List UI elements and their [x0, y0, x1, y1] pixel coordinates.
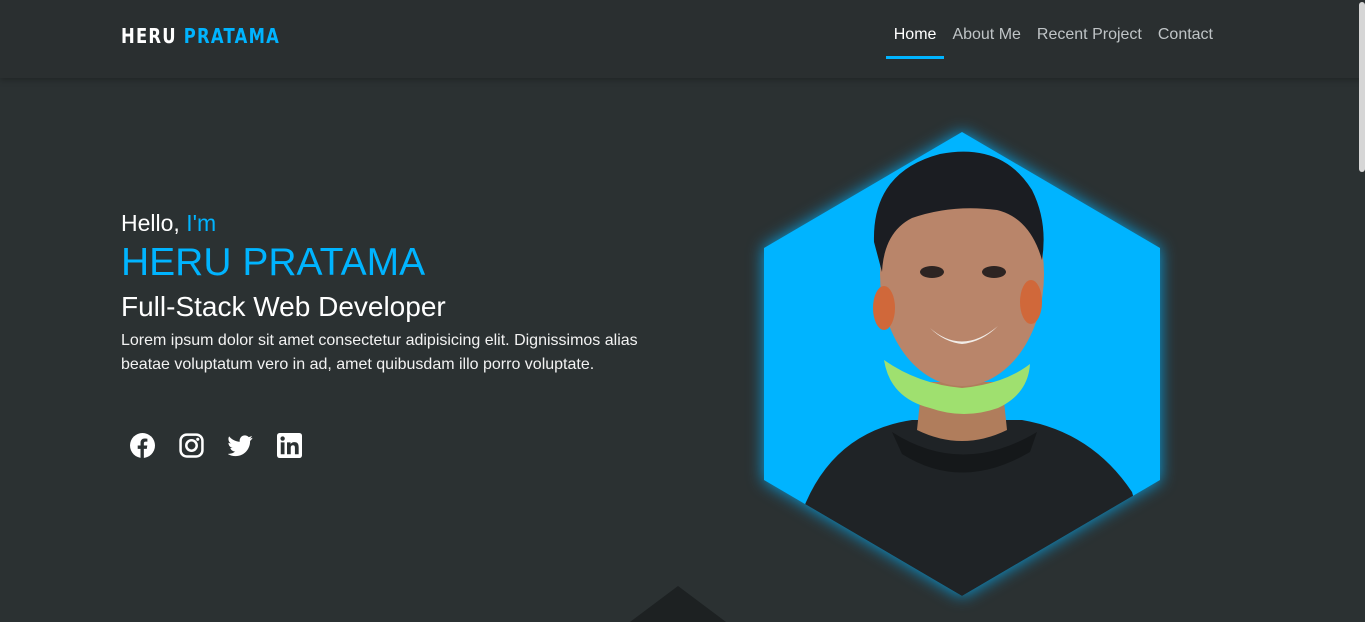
nav-item-recent-project[interactable]: Recent Project — [1037, 0, 1142, 78]
logo-last-name: PRATAMA — [183, 24, 281, 48]
active-nav-indicator — [885, 56, 945, 59]
nav-item-label: Contact — [1157, 26, 1213, 43]
main-nav: Home About Me Recent Project Contact — [885, 0, 1213, 78]
nav-item-about-me[interactable]: About Me — [952, 0, 1020, 78]
hero-intro: Hello, I'm HERU PRATAMA Full-Stack Web D… — [121, 208, 681, 377]
facebook-icon[interactable] — [130, 433, 155, 458]
hero-description: Lorem ipsum dolor sit amet consectetur a… — [121, 332, 638, 373]
nav-item-label: Home — [893, 26, 937, 43]
profile-photo-frame — [762, 132, 1162, 596]
greeting-hello: Hello, — [121, 210, 180, 236]
logo-first-name: HERU — [121, 24, 177, 48]
greeting: Hello, I'm — [121, 208, 681, 238]
linkedin-icon[interactable] — [277, 433, 302, 458]
logo[interactable]: HERU PRATAMA — [121, 24, 280, 48]
nav-item-home[interactable]: Home — [885, 0, 945, 78]
nav-item-label: About Me — [952, 26, 1021, 43]
profile-photo — [764, 132, 1160, 596]
nav-item-contact[interactable]: Contact — [1158, 0, 1213, 78]
decorative-triangle — [630, 586, 726, 622]
instagram-icon[interactable] — [179, 433, 204, 458]
twitter-icon[interactable] — [228, 433, 253, 458]
navbar: HERU PRATAMA Home About Me Recent Projec… — [0, 0, 1365, 78]
greeting-accent: I'm — [186, 210, 217, 236]
social-links — [130, 433, 302, 458]
page-scrollbar[interactable] — [1359, 2, 1365, 172]
nav-item-label: Recent Project — [1036, 26, 1142, 43]
hero-role: Full-Stack Web Developer — [121, 291, 446, 322]
hero-name: HERU PRATAMA — [121, 241, 426, 284]
